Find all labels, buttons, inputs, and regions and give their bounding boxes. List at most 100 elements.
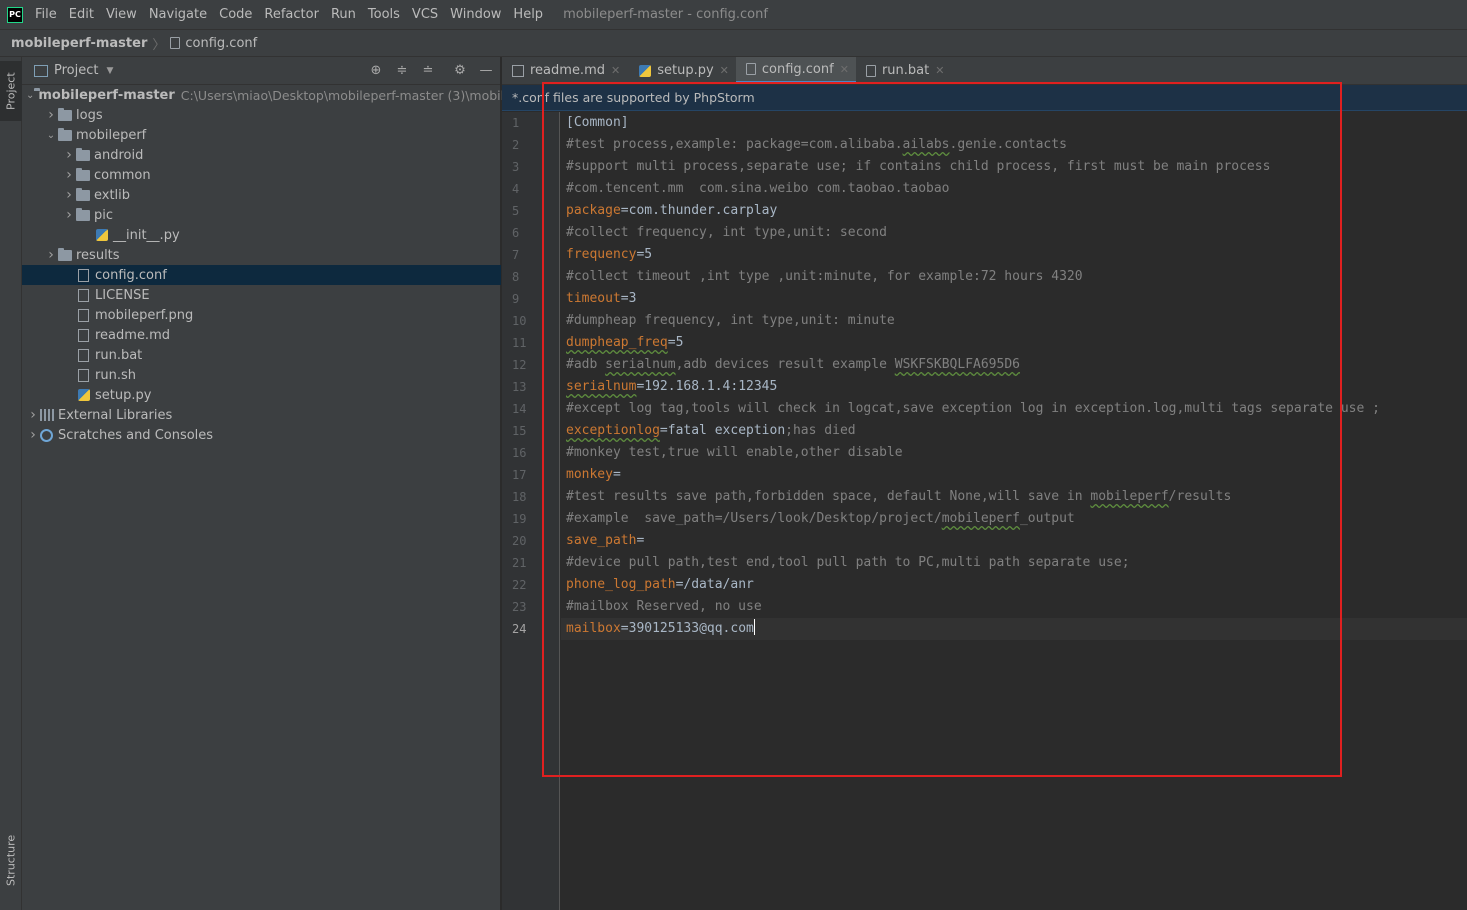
- tree-item-setup-py[interactable]: setup.py: [22, 385, 501, 405]
- line-number[interactable]: 11: [502, 332, 559, 354]
- code-line[interactable]: #test process,example: package=com.aliba…: [561, 134, 1467, 156]
- menu-edit[interactable]: Edit: [63, 7, 100, 22]
- code-line[interactable]: timeout=3: [561, 288, 1467, 310]
- code-line[interactable]: dumpheap_freq=5: [561, 332, 1467, 354]
- line-number[interactable]: 23: [502, 596, 559, 618]
- tab-run-bat[interactable]: run.bat ✕: [856, 57, 952, 84]
- chevron-right-icon[interactable]: ›: [62, 167, 76, 183]
- breadcrumb-file[interactable]: config.conf: [185, 36, 257, 51]
- line-number[interactable]: 12: [502, 354, 559, 376]
- line-number[interactable]: 18: [502, 486, 559, 508]
- code-line[interactable]: exceptionlog=fatal exception;has died: [561, 420, 1467, 442]
- line-number[interactable]: 9: [502, 288, 559, 310]
- close-icon[interactable]: ✕: [720, 64, 729, 77]
- code-line[interactable]: #monkey test,true will enable,other disa…: [561, 442, 1467, 464]
- close-icon[interactable]: ✕: [611, 64, 620, 77]
- code-line[interactable]: #support multi process,separate use; if …: [561, 156, 1467, 178]
- chevron-right-icon[interactable]: ›: [62, 147, 76, 163]
- line-number[interactable]: 15: [502, 420, 559, 442]
- line-number[interactable]: 17: [502, 464, 559, 486]
- code-line[interactable]: #dumpheap frequency, int type,unit: minu…: [561, 310, 1467, 332]
- chevron-down-icon[interactable]: ⌄: [44, 130, 58, 141]
- line-number[interactable]: 4: [502, 178, 559, 200]
- line-number[interactable]: 24: [502, 618, 559, 640]
- code-line[interactable]: save_path=: [561, 530, 1467, 552]
- tree-item-extlib[interactable]: › extlib: [22, 185, 501, 205]
- locate-icon[interactable]: ⊕: [368, 63, 384, 79]
- chevron-down-icon[interactable]: ▼: [106, 66, 113, 76]
- close-icon[interactable]: ✕: [935, 64, 944, 77]
- tree-item-run-bat[interactable]: run.bat: [22, 345, 501, 365]
- code-line[interactable]: #adb serialnum,adb devices result exampl…: [561, 354, 1467, 376]
- tree-item-run-sh[interactable]: run.sh: [22, 365, 501, 385]
- tree-item-license[interactable]: LICENSE: [22, 285, 501, 305]
- menu-vcs[interactable]: VCS: [406, 7, 444, 22]
- structure-tool-button[interactable]: Structure: [0, 813, 22, 908]
- code-line[interactable]: #test results save path,forbidden space,…: [561, 486, 1467, 508]
- code-line[interactable]: #mailbox Reserved, no use: [561, 596, 1467, 618]
- code-editor[interactable]: [Common] #test process,example: package=c…: [561, 112, 1467, 640]
- line-number[interactable]: 7: [502, 244, 559, 266]
- tab-readme-md[interactable]: readme.md ✕: [502, 57, 627, 84]
- line-number[interactable]: 10: [502, 310, 559, 332]
- close-icon[interactable]: ✕: [840, 63, 849, 76]
- chevron-right-icon[interactable]: ›: [44, 247, 58, 263]
- menu-refactor[interactable]: Refactor: [258, 7, 325, 22]
- chevron-right-icon[interactable]: ›: [26, 407, 40, 423]
- line-number[interactable]: 2: [502, 134, 559, 156]
- plugin-banner[interactable]: *.conf files are supported by PhpStorm: [502, 85, 1467, 111]
- line-number[interactable]: 20: [502, 530, 559, 552]
- menu-view[interactable]: View: [100, 7, 143, 22]
- code-line[interactable]: #except log tag,tools will check in logc…: [561, 398, 1467, 420]
- line-number[interactable]: 22: [502, 574, 559, 596]
- tree-item-mobileperf-master[interactable]: ⌄ mobileperf-master C:\Users\miao\Desktop\…: [22, 85, 585, 105]
- tree-item-config-conf[interactable]: config.conf: [22, 265, 501, 285]
- tree-item-logs[interactable]: › logs: [22, 105, 501, 125]
- code-line[interactable]: #collect frequency, int type,unit: secon…: [561, 222, 1467, 244]
- tree-item-common[interactable]: › common: [22, 165, 501, 185]
- line-number[interactable]: 21: [502, 552, 559, 574]
- hide-icon[interactable]: —: [478, 63, 494, 79]
- tree-item-results[interactable]: › results: [22, 245, 501, 265]
- chevron-down-icon[interactable]: ⌄: [26, 90, 34, 101]
- chevron-right-icon[interactable]: ›: [62, 207, 76, 223]
- code-line[interactable]: #example save_path=/Users/look/Desktop/p…: [561, 508, 1467, 530]
- menu-file[interactable]: File: [29, 7, 63, 22]
- project-tool-button[interactable]: Project: [0, 61, 22, 121]
- code-line[interactable]: [Common]: [561, 112, 1467, 134]
- code-line[interactable]: #com.tencent.mm com.sina.weibo com.taoba…: [561, 178, 1467, 200]
- tree-item-readme-md[interactable]: readme.md: [22, 325, 501, 345]
- chevron-right-icon[interactable]: ›: [44, 107, 58, 123]
- tab-config-conf[interactable]: config.conf ✕: [735, 57, 856, 84]
- line-number[interactable]: 5: [502, 200, 559, 222]
- line-number[interactable]: 16: [502, 442, 559, 464]
- chevron-right-icon[interactable]: ›: [26, 427, 40, 443]
- gear-icon[interactable]: ⚙: [452, 63, 468, 79]
- code-line[interactable]: phone_log_path=/data/anr: [561, 574, 1467, 596]
- code-line[interactable]: package=com.thunder.carplay: [561, 200, 1467, 222]
- code-line[interactable]: serialnum=192.168.1.4:12345: [561, 376, 1467, 398]
- menu-window[interactable]: Window: [444, 7, 507, 22]
- menu-navigate[interactable]: Navigate: [143, 7, 213, 22]
- code-line[interactable]: #collect timeout ,int type ,unit:minute,…: [561, 266, 1467, 288]
- expand-all-icon[interactable]: ≑: [394, 63, 410, 79]
- line-number[interactable]: 6: [502, 222, 559, 244]
- menu-code[interactable]: Code: [213, 7, 258, 22]
- line-number[interactable]: 1: [502, 112, 559, 134]
- line-number[interactable]: 14: [502, 398, 559, 420]
- tree-item-init-py[interactable]: __init__.py: [22, 225, 501, 245]
- collapse-all-icon[interactable]: ≐: [420, 63, 436, 79]
- code-line[interactable]: frequency=5: [561, 244, 1467, 266]
- line-number[interactable]: 8: [502, 266, 559, 288]
- tree-item-mobileperf-png[interactable]: mobileperf.png: [22, 305, 501, 325]
- tree-item-external-libraries[interactable]: › External Libraries: [22, 405, 501, 425]
- line-number[interactable]: 13: [502, 376, 559, 398]
- tree-item-scratches-and-consoles[interactable]: › Scratches and Consoles: [22, 425, 501, 445]
- menu-help[interactable]: Help: [507, 7, 549, 22]
- menu-tools[interactable]: Tools: [362, 7, 406, 22]
- tab-setup-py[interactable]: setup.py ✕: [627, 57, 736, 84]
- tree-item-mobileperf[interactable]: ⌄ mobileperf: [22, 125, 501, 145]
- menu-run[interactable]: Run: [325, 7, 362, 22]
- tree-item-pic[interactable]: › pic: [22, 205, 501, 225]
- breadcrumb-project[interactable]: mobileperf-master: [11, 36, 147, 51]
